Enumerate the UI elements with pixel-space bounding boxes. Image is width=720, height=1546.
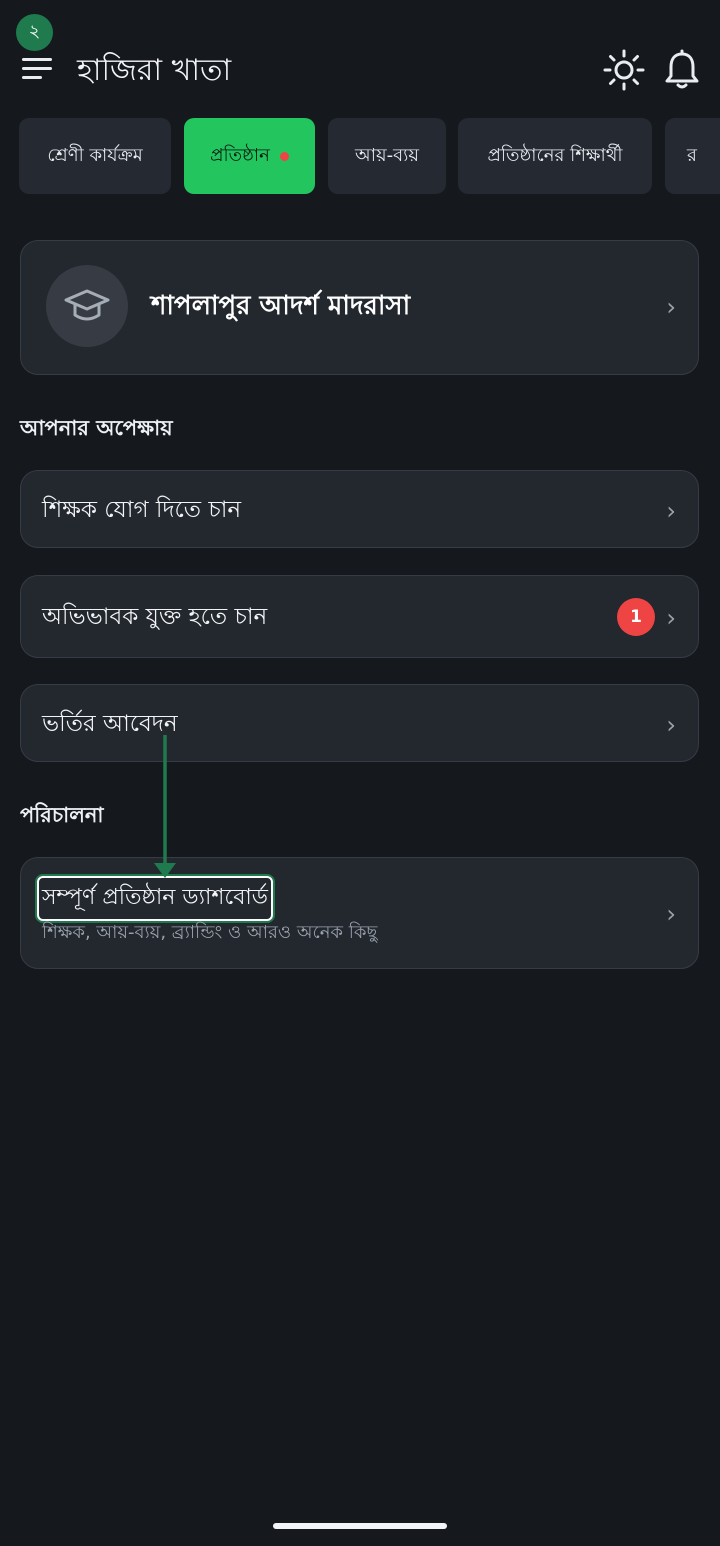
list-item-guardian-join[interactable]: অভিভাবক যুক্ত হতে চান 1 › bbox=[20, 575, 699, 658]
chevron-right-icon: › bbox=[666, 900, 676, 928]
tab-institution[interactable]: প্রতিষ্ঠান bbox=[184, 118, 315, 194]
tab-label: শ্রেণী কার্যক্রম bbox=[47, 144, 143, 166]
step-indicator-badge: ২ bbox=[16, 14, 53, 51]
list-item-label: শিক্ষক যোগ দিতে চান bbox=[42, 497, 242, 523]
tab-label: আয়-ব্যয় bbox=[355, 144, 419, 166]
chevron-right-icon: › bbox=[666, 711, 676, 739]
dashboard-subtitle: শিক্ষক, আয়-ব্যয়, ব্র্যান্ডিং ও আরও অনে… bbox=[42, 922, 378, 943]
institution-name: শাপলাপুর আদর্শ মাদরাসা bbox=[151, 291, 411, 321]
full-dashboard-card[interactable]: সম্পূর্ণ প্রতিষ্ঠান ড্যাশবোর্ড শিক্ষক, আ… bbox=[20, 857, 699, 969]
dashboard-title: সম্পূর্ণ প্রতিষ্ঠান ড্যাশবোর্ড bbox=[37, 876, 274, 921]
home-indicator[interactable] bbox=[273, 1523, 447, 1529]
chevron-right-icon: › bbox=[666, 293, 676, 321]
notification-dot bbox=[279, 151, 289, 161]
annotation-arrow-icon bbox=[150, 735, 180, 880]
tab-income-expense[interactable]: আয়-ব্যয় bbox=[328, 118, 446, 194]
menu-icon[interactable] bbox=[22, 56, 54, 80]
tab-institution-students[interactable]: প্রতিষ্ঠানের শিক্ষার্থী bbox=[458, 118, 652, 194]
tab-label: প্রতিষ্ঠানের শিক্ষার্থী bbox=[487, 144, 623, 166]
count-badge: 1 bbox=[617, 598, 655, 636]
category-tab-bar: শ্রেণী কার্যক্রম প্রতিষ্ঠান আয়-ব্যয় প্… bbox=[0, 118, 720, 196]
tab-label: র bbox=[687, 144, 697, 166]
institution-card[interactable]: শাপলাপুর আদর্শ মাদরাসা › bbox=[20, 240, 699, 375]
graduation-cap-icon bbox=[46, 265, 128, 347]
list-item-teacher-join[interactable]: শিক্ষক যোগ দিতে চান › bbox=[20, 470, 699, 548]
bell-icon[interactable] bbox=[662, 48, 702, 92]
list-item-admission-application[interactable]: ভর্তির আবেদন › bbox=[20, 684, 699, 762]
tab-class-activities[interactable]: শ্রেণী কার্যক্রম bbox=[19, 118, 171, 194]
list-item-label: অভিভাবক যুক্ত হতে চান bbox=[42, 604, 268, 630]
sun-icon[interactable] bbox=[602, 48, 646, 92]
chevron-right-icon: › bbox=[666, 497, 676, 525]
tab-more[interactable]: র bbox=[665, 118, 720, 194]
section-heading-pending: আপনার অপেক্ষায় bbox=[20, 416, 173, 440]
app-title: হাজিরা খাতা bbox=[77, 53, 232, 88]
chevron-right-icon: › bbox=[666, 604, 676, 632]
section-heading-management: পরিচালনা bbox=[20, 803, 104, 827]
tab-label: প্রতিষ্ঠান bbox=[210, 144, 270, 166]
